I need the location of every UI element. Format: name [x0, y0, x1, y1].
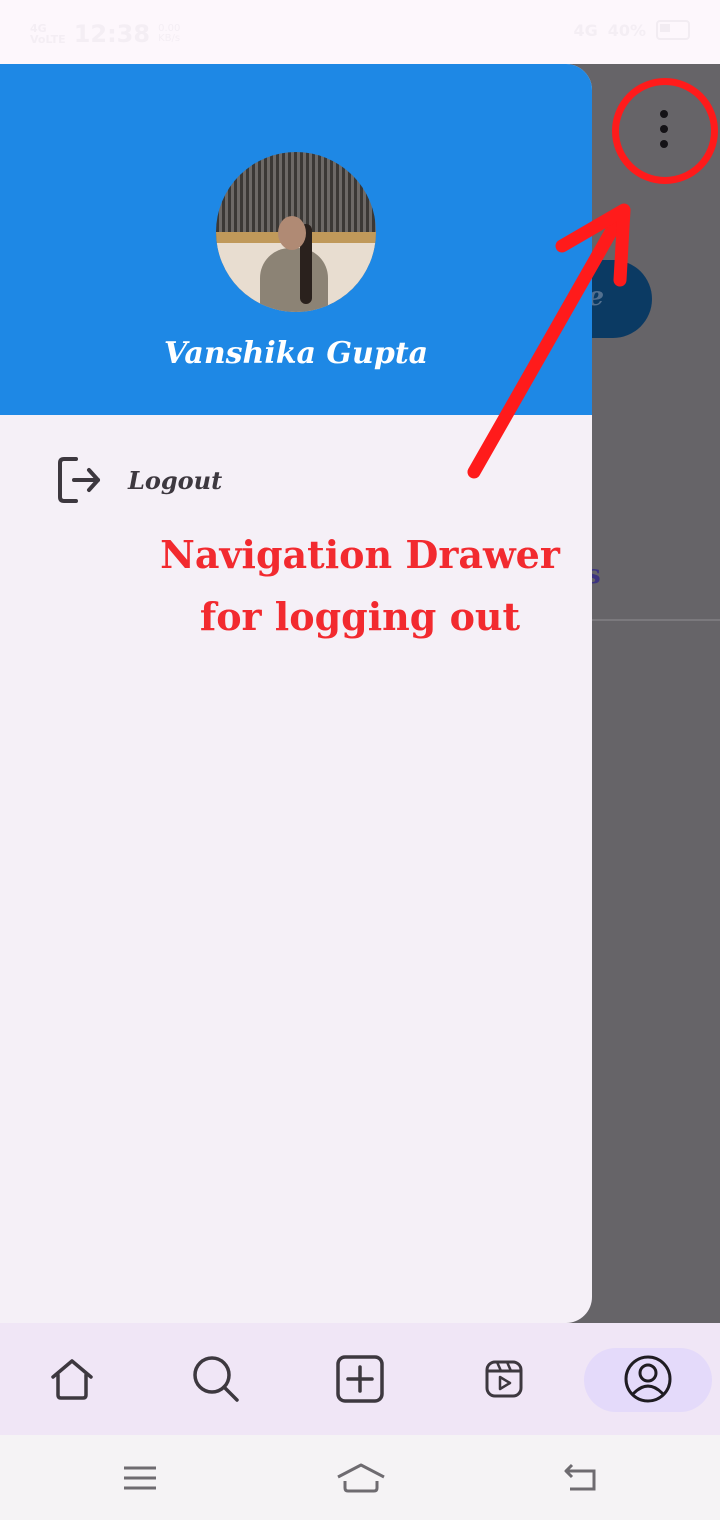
status-bar: 4G VoLTE 12:38 0.00 KB/s 4G 40%: [0, 0, 720, 64]
background-divider: [592, 619, 720, 621]
nav-item-profile[interactable]: [576, 1323, 720, 1435]
system-home-icon[interactable]: [336, 1461, 386, 1495]
status-left: 4G VoLTE 12:38 0.00 KB/s: [30, 20, 180, 48]
annotation-line-2: for logging out: [199, 594, 521, 639]
system-navigation-bar: [0, 1435, 720, 1520]
search-icon: [193, 1356, 239, 1402]
bottom-navigation: [0, 1323, 720, 1435]
add-post-icon: [336, 1355, 384, 1403]
clock: 12:38: [73, 20, 151, 48]
signal-indicator: 4G: [573, 20, 598, 40]
home-icon: [51, 1359, 93, 1400]
nav-item-add[interactable]: [288, 1323, 432, 1435]
battery-icon: [656, 20, 690, 40]
annotation-circle: [612, 78, 718, 184]
nav-item-search[interactable]: [144, 1323, 288, 1435]
nav-item-home[interactable]: [0, 1323, 144, 1435]
battery-percent: 40%: [607, 20, 646, 40]
profile-icon: [624, 1355, 672, 1403]
avatar: [216, 152, 376, 312]
menu-icon[interactable]: [120, 1461, 160, 1495]
drawer-item-label: Logout: [128, 465, 223, 495]
reels-icon: [485, 1360, 523, 1398]
status-right: 4G 40%: [573, 20, 690, 40]
annotation-arrow: [467, 203, 631, 479]
nav-item-reels[interactable]: [432, 1323, 576, 1435]
network-type: 4G VoLTE: [30, 22, 66, 46]
back-icon[interactable]: [560, 1461, 600, 1495]
logout-icon: [58, 457, 100, 503]
annotation-line-1: Navigation Drawer: [160, 532, 560, 577]
annotation-caption: Navigation Drawer for logging out: [130, 524, 590, 648]
network-speed: 0.00 KB/s: [158, 23, 181, 44]
